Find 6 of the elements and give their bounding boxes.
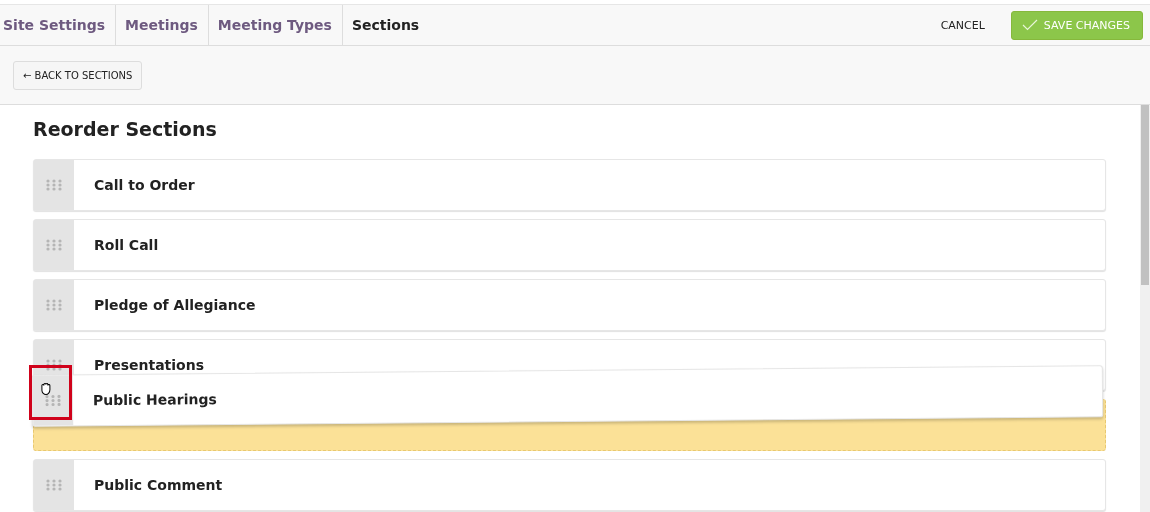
section-name: Public Comment	[93, 476, 223, 495]
section-name: Roll Call	[93, 236, 159, 255]
page-heading: Reorder Sections	[33, 117, 218, 142]
section-name: Public Hearings	[91, 390, 217, 411]
section-name: Call to Order	[93, 176, 195, 195]
section-name: Pledge of Allegiance	[93, 296, 256, 315]
